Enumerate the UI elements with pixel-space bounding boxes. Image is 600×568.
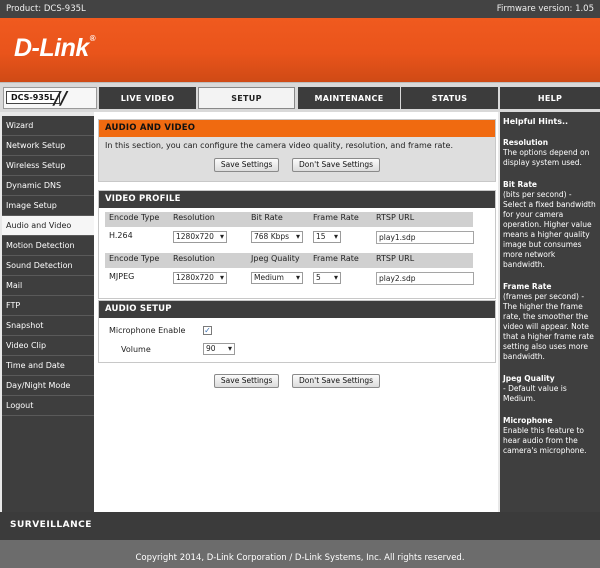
- hint-resolution-text: The options depend on display system use…: [503, 148, 590, 167]
- copyright-text: Copyright 2014, D-Link Corporation / D-L…: [0, 540, 600, 568]
- volume-label: Volume: [121, 345, 151, 354]
- sidebar-item-audio-and-video[interactable]: Audio and Video: [2, 216, 94, 236]
- col-encode-type: Encode Type: [109, 213, 160, 222]
- hint-bitrate-head: Bit Rate: [503, 180, 537, 189]
- rtsp-url-input[interactable]: play2.sdp: [376, 272, 474, 285]
- sidebar-item-motion-detection[interactable]: Motion Detection: [2, 236, 94, 256]
- panel-title: VIDEO PROFILE: [99, 191, 495, 208]
- col-rtsp-url: RTSP URL: [376, 213, 415, 222]
- frame-rate-select[interactable]: 5: [313, 272, 341, 284]
- hint-bitrate-text: (bits per second) - Select a fixed bandw…: [503, 190, 596, 269]
- surveillance-label: SURVEILLANCE: [10, 520, 92, 530]
- sidebar-item-video-clip[interactable]: Video Clip: [2, 336, 94, 356]
- sidebar-item-mail[interactable]: Mail: [2, 276, 94, 296]
- col-rtsp-url: RTSP URL: [376, 254, 415, 263]
- tab-live-video[interactable]: LIVE VIDEO: [99, 87, 196, 109]
- sidebar-item-snapshot[interactable]: Snapshot: [2, 316, 94, 336]
- audio-setup-panel: AUDIO SETUP Microphone Enable ✓ Volume 9…: [98, 300, 496, 363]
- model-badge: DCS-935L //: [3, 87, 97, 109]
- encode-type-value: H.264: [109, 231, 133, 240]
- slash-decor-icon: //: [54, 88, 68, 109]
- panel-title: AUDIO SETUP: [99, 301, 495, 318]
- volume-select[interactable]: 90: [203, 343, 235, 355]
- sidebar-item-wireless-setup[interactable]: Wireless Setup: [2, 156, 94, 176]
- main-content: AUDIO AND VIDEO In this section, you can…: [94, 112, 498, 512]
- product-label: Product: DCS-935L: [6, 4, 86, 14]
- frame-rate-select[interactable]: 15: [313, 231, 341, 243]
- bottom-button-row: Save Settings Don't Save Settings: [98, 374, 496, 388]
- panel-title: AUDIO AND VIDEO: [99, 120, 495, 137]
- col-resolution: Resolution: [173, 213, 215, 222]
- hint-jpeg-text: - Default value is Medium.: [503, 384, 567, 403]
- resolution-select[interactable]: 1280x720: [173, 231, 227, 243]
- microphone-enable-label: Microphone Enable: [109, 326, 186, 335]
- col-resolution: Resolution: [173, 254, 215, 263]
- profile2-row: MJPEG 1280x720 Medium 5 play2.sdp: [105, 271, 474, 286]
- tab-status[interactable]: STATUS: [401, 87, 498, 109]
- sidebar-item-time-and-date[interactable]: Time and Date: [2, 356, 94, 376]
- save-settings-button[interactable]: Save Settings: [213, 374, 280, 388]
- sidebar: Wizard Network Setup Wireless Setup Dyna…: [2, 116, 94, 512]
- intro-text: In this section, you can configure the c…: [105, 141, 454, 150]
- hint-microphone-text: Enable this feature to hear audio from t…: [503, 426, 587, 455]
- profile1-header-row: Encode Type Resolution Bit Rate Frame Ra…: [105, 212, 473, 227]
- col-frame-rate: Frame Rate: [313, 213, 359, 222]
- dont-save-settings-button[interactable]: Don't Save Settings: [292, 374, 381, 388]
- col-encode-type: Encode Type: [109, 254, 160, 263]
- profile1-row: H.264 1280x720 768 Kbps 15 play1.sdp: [105, 230, 474, 245]
- dlink-logo: D-Link®: [14, 34, 96, 62]
- bit-rate-select[interactable]: 768 Kbps: [251, 231, 303, 243]
- video-profile-panel: VIDEO PROFILE Encode Type Resolution Bit…: [98, 190, 496, 299]
- model-name: DCS-935L: [6, 91, 60, 104]
- audio-video-intro-panel: AUDIO AND VIDEO In this section, you can…: [98, 119, 496, 182]
- resolution-select[interactable]: 1280x720: [173, 272, 227, 284]
- hint-framerate-head: Frame Rate: [503, 282, 552, 291]
- sidebar-item-sound-detection[interactable]: Sound Detection: [2, 256, 94, 276]
- dont-save-settings-button[interactable]: Don't Save Settings: [292, 158, 381, 172]
- hint-resolution-head: Resolution: [503, 138, 549, 147]
- col-frame-rate: Frame Rate: [313, 254, 359, 263]
- brand-banner: D-Link®: [0, 18, 600, 82]
- sidebar-item-ftp[interactable]: FTP: [2, 296, 94, 316]
- hint-framerate-text: (frames per second) - The higher the fra…: [503, 292, 594, 361]
- profile2-header-row: Encode Type Resolution Jpeg Quality Fram…: [105, 253, 473, 268]
- sidebar-item-wizard[interactable]: Wizard: [2, 116, 94, 136]
- tab-help[interactable]: HELP: [500, 87, 600, 109]
- firmware-label: Firmware version: 1.05: [496, 4, 594, 14]
- top-info-bar: Product: DCS-935L Firmware version: 1.05: [0, 0, 600, 18]
- sidebar-item-dynamic-dns[interactable]: Dynamic DNS: [2, 176, 94, 196]
- sidebar-item-network-setup[interactable]: Network Setup: [2, 136, 94, 156]
- microphone-enable-checkbox[interactable]: ✓: [203, 326, 212, 335]
- tab-setup[interactable]: SETUP: [198, 87, 295, 109]
- sidebar-item-day-night-mode[interactable]: Day/Night Mode: [2, 376, 94, 396]
- sidebar-item-image-setup[interactable]: Image Setup: [2, 196, 94, 216]
- col-bit-rate: Bit Rate: [251, 213, 283, 222]
- hint-microphone-head: Microphone: [503, 416, 553, 425]
- encode-type-value: MJPEG: [109, 272, 135, 281]
- tab-maintenance[interactable]: MAINTENANCE: [298, 87, 400, 109]
- main-nav: DCS-935L // LIVE VIDEO SETUP MAINTENANCE…: [0, 82, 600, 112]
- footer-strip: SURVEILLANCE: [0, 512, 600, 540]
- col-jpeg-quality: Jpeg Quality: [251, 254, 300, 263]
- sidebar-item-logout[interactable]: Logout: [2, 396, 94, 416]
- hints-title: Helpful Hints..: [503, 117, 569, 126]
- hint-jpeg-head: Jpeg Quality: [503, 374, 555, 383]
- jpeg-quality-select[interactable]: Medium: [251, 272, 303, 284]
- save-settings-button[interactable]: Save Settings: [213, 158, 280, 172]
- rtsp-url-input[interactable]: play1.sdp: [376, 231, 474, 244]
- helpful-hints-panel: Helpful Hints.. Resolution The options d…: [500, 112, 600, 512]
